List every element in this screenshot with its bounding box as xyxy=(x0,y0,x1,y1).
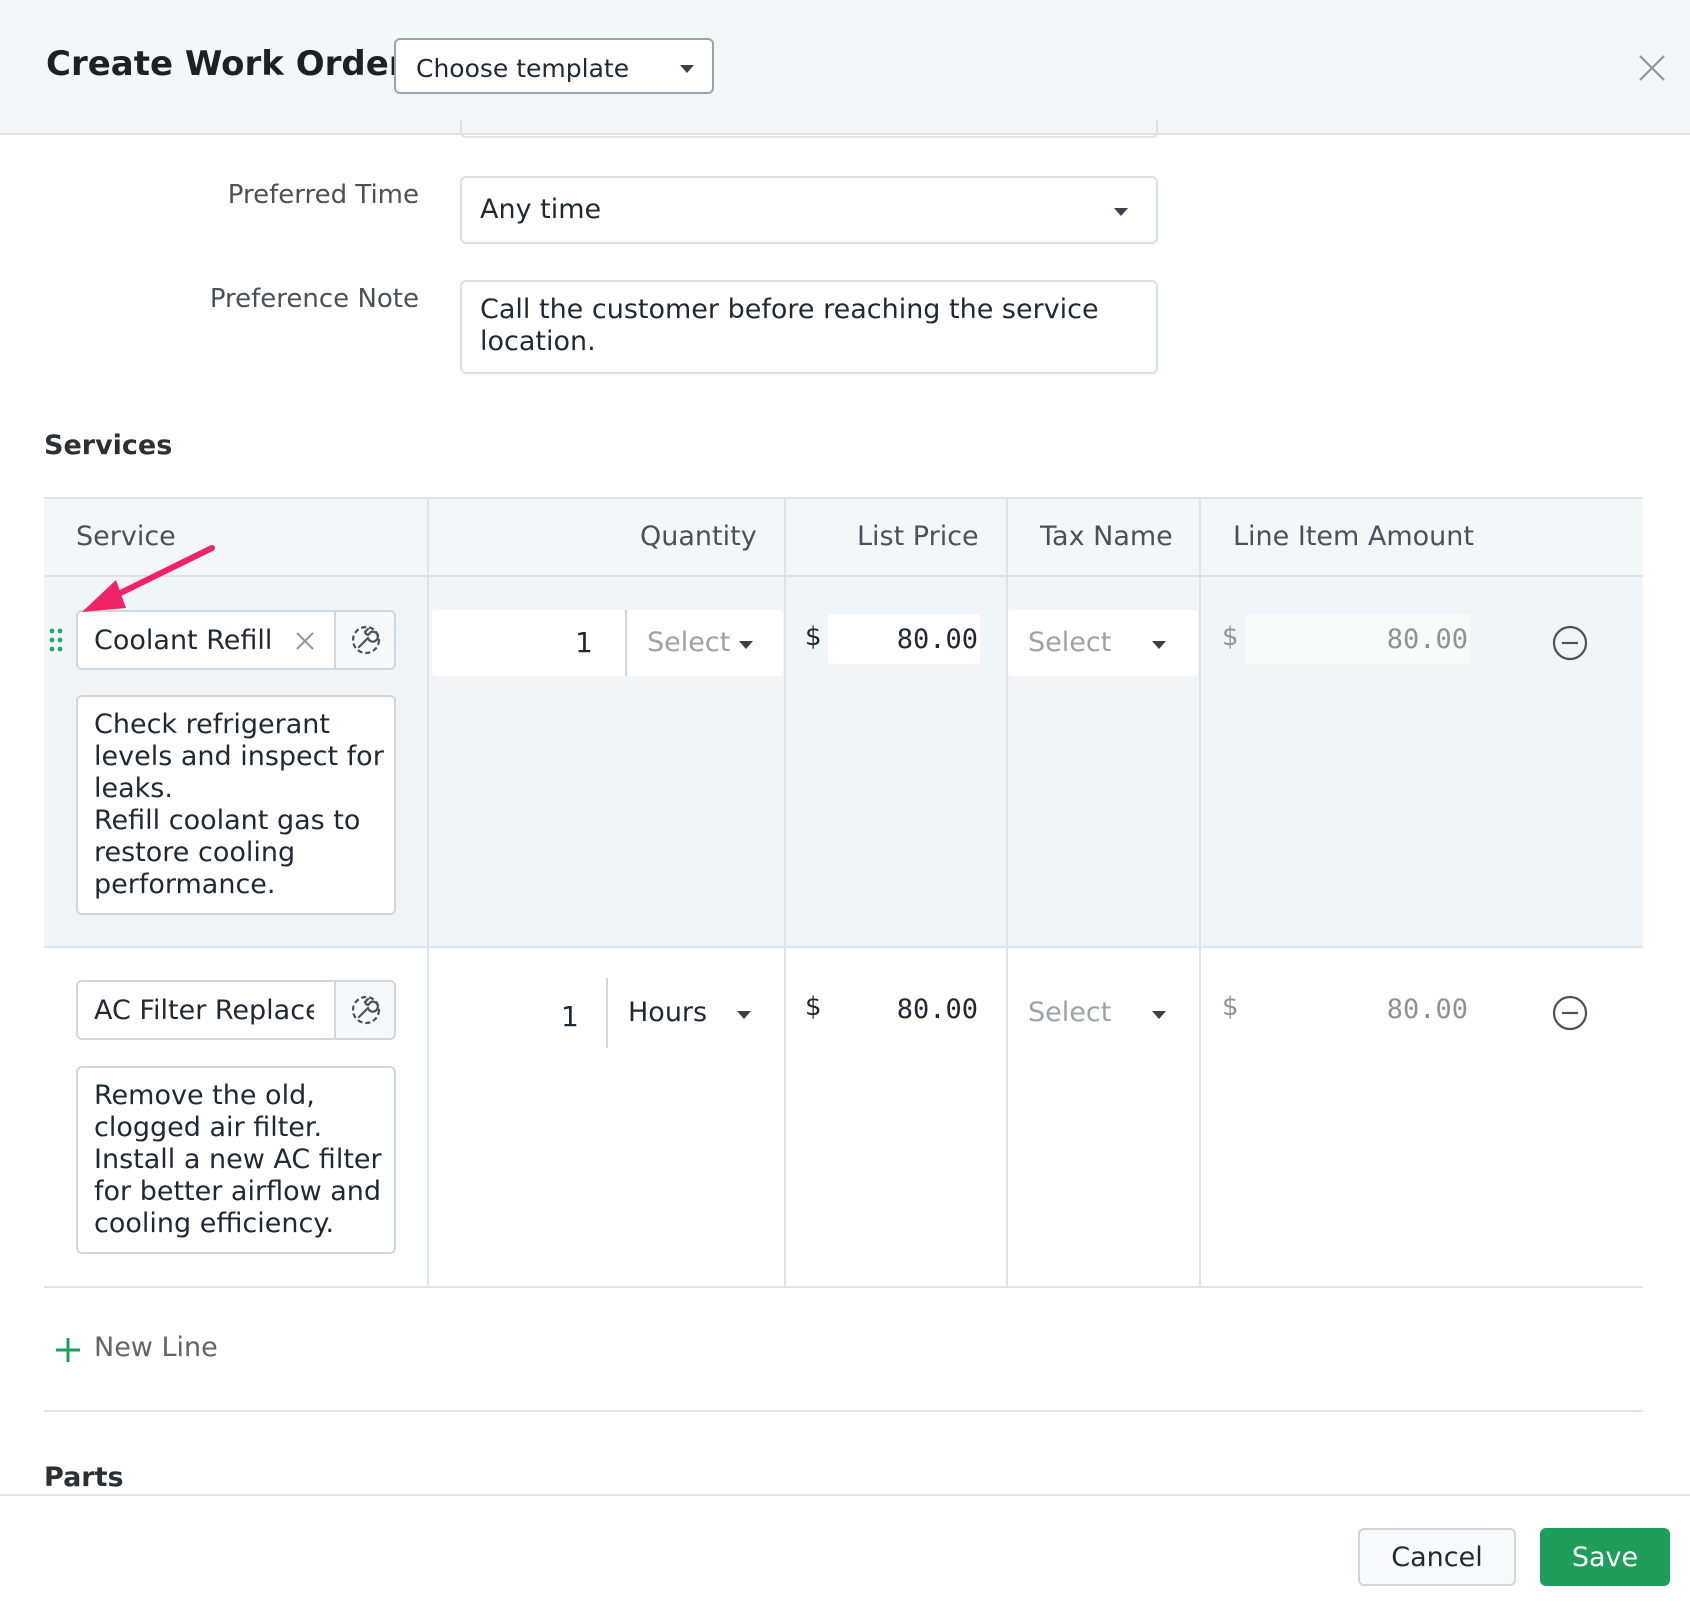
save-button[interactable]: Save xyxy=(1540,1528,1670,1586)
line-item-amount-value: 80.00 xyxy=(1386,994,1468,1025)
preference-note-label: Preference Note xyxy=(209,284,419,314)
section-divider xyxy=(44,1410,1643,1412)
unit-select-value: Select xyxy=(647,627,731,658)
list-price-input[interactable]: 80.00 xyxy=(828,984,980,1034)
column-header-line-item-amount: Line Item Amount xyxy=(1233,521,1474,552)
chevron-down-icon xyxy=(1152,1011,1166,1019)
list-price-value: 80.00 xyxy=(896,994,978,1025)
dialog-title: Create Work Order xyxy=(46,44,406,84)
close-icon[interactable] xyxy=(1636,52,1668,84)
annotation-arrow-icon xyxy=(82,545,215,612)
tax-name-value: Select xyxy=(1028,997,1112,1028)
services-table-header: Service Quantity List Price Tax Name Lin… xyxy=(44,499,1643,577)
column-divider xyxy=(427,497,429,1286)
quantity-value: 1 xyxy=(575,626,593,659)
column-divider xyxy=(784,497,786,1286)
clear-icon[interactable] xyxy=(292,628,318,654)
service-description-text: Check refrigerant levels and inspect for… xyxy=(94,709,384,900)
list-price-value: 80.00 xyxy=(896,624,978,655)
chevron-down-icon xyxy=(1114,208,1128,216)
column-header-tax-name: Tax Name xyxy=(1040,521,1173,552)
unit-select-value: Hours xyxy=(628,997,708,1028)
plus-icon xyxy=(56,1338,80,1362)
column-divider xyxy=(1199,497,1201,1286)
service-name: Coolant Refill xyxy=(94,625,273,656)
preferred-time-value: Any time xyxy=(480,194,602,225)
preference-note-value: Call the customer before reaching the se… xyxy=(480,294,1099,357)
quantity-value[interactable]: 1 xyxy=(561,1000,579,1033)
cancel-button[interactable]: Cancel xyxy=(1358,1528,1516,1586)
preferred-time-label: Preferred Time xyxy=(227,180,419,210)
line-item-amount-field: 80.00 xyxy=(1245,614,1470,664)
service-description[interactable]: Check refrigerant levels and inspect for… xyxy=(76,695,396,915)
line-item-amount-field: 80.00 xyxy=(1245,984,1470,1034)
new-line-label: New Line xyxy=(94,1332,218,1363)
preferred-time-select[interactable]: Any time xyxy=(460,176,1158,244)
service-config-button[interactable] xyxy=(334,612,394,668)
service-description-text: Remove the old, clogged air filter. Inst… xyxy=(94,1080,382,1239)
wrench-gear-icon xyxy=(351,995,381,1025)
unit-select[interactable]: Hours xyxy=(610,980,780,1046)
services-section-title: Services xyxy=(44,430,173,461)
wrench-gear-icon xyxy=(351,625,381,655)
service-config-button[interactable] xyxy=(334,982,394,1038)
currency-symbol: $ xyxy=(805,622,822,652)
quantity-divider xyxy=(606,978,608,1048)
chevron-down-icon xyxy=(1152,641,1166,649)
dialog-header: Create Work Order Choose template xyxy=(0,0,1690,135)
template-select[interactable]: Choose template xyxy=(394,38,714,94)
preference-note-textarea[interactable]: Call the customer before reaching the se… xyxy=(460,280,1158,374)
tax-name-select[interactable]: Select xyxy=(1008,610,1198,676)
dialog-footer: Cancel Save xyxy=(0,1494,1690,1610)
unit-select[interactable]: Select xyxy=(627,610,783,676)
chevron-down-icon xyxy=(739,641,753,649)
template-select-value: Choose template xyxy=(416,54,630,83)
chevron-down-icon xyxy=(737,1011,751,1019)
currency-symbol: $ xyxy=(805,992,822,1022)
service-input[interactable]: AC Filter Replace xyxy=(76,980,396,1040)
drag-handle-icon[interactable] xyxy=(49,628,63,652)
column-header-quantity: Quantity xyxy=(640,521,757,552)
line-item-amount-value: 80.00 xyxy=(1386,624,1468,655)
service-description[interactable]: Remove the old, clogged air filter. Inst… xyxy=(76,1066,396,1254)
previous-field-edge xyxy=(460,120,1158,138)
amount-currency-symbol: $ xyxy=(1222,992,1239,1022)
table-row-divider xyxy=(44,1286,1643,1288)
service-name: AC Filter Replace xyxy=(94,995,314,1026)
amount-currency-symbol: $ xyxy=(1222,622,1239,652)
chevron-down-icon xyxy=(680,65,694,73)
parts-section-title: Parts xyxy=(44,1462,124,1493)
remove-line-icon[interactable] xyxy=(1552,625,1588,661)
column-header-list-price: List Price xyxy=(857,521,979,552)
quantity-input[interactable]: 1 xyxy=(432,610,625,676)
tax-name-value: Select xyxy=(1028,627,1112,658)
list-price-input[interactable]: 80.00 xyxy=(828,614,980,664)
tax-name-select[interactable]: Select xyxy=(1008,980,1198,1046)
remove-line-icon[interactable] xyxy=(1552,995,1588,1031)
